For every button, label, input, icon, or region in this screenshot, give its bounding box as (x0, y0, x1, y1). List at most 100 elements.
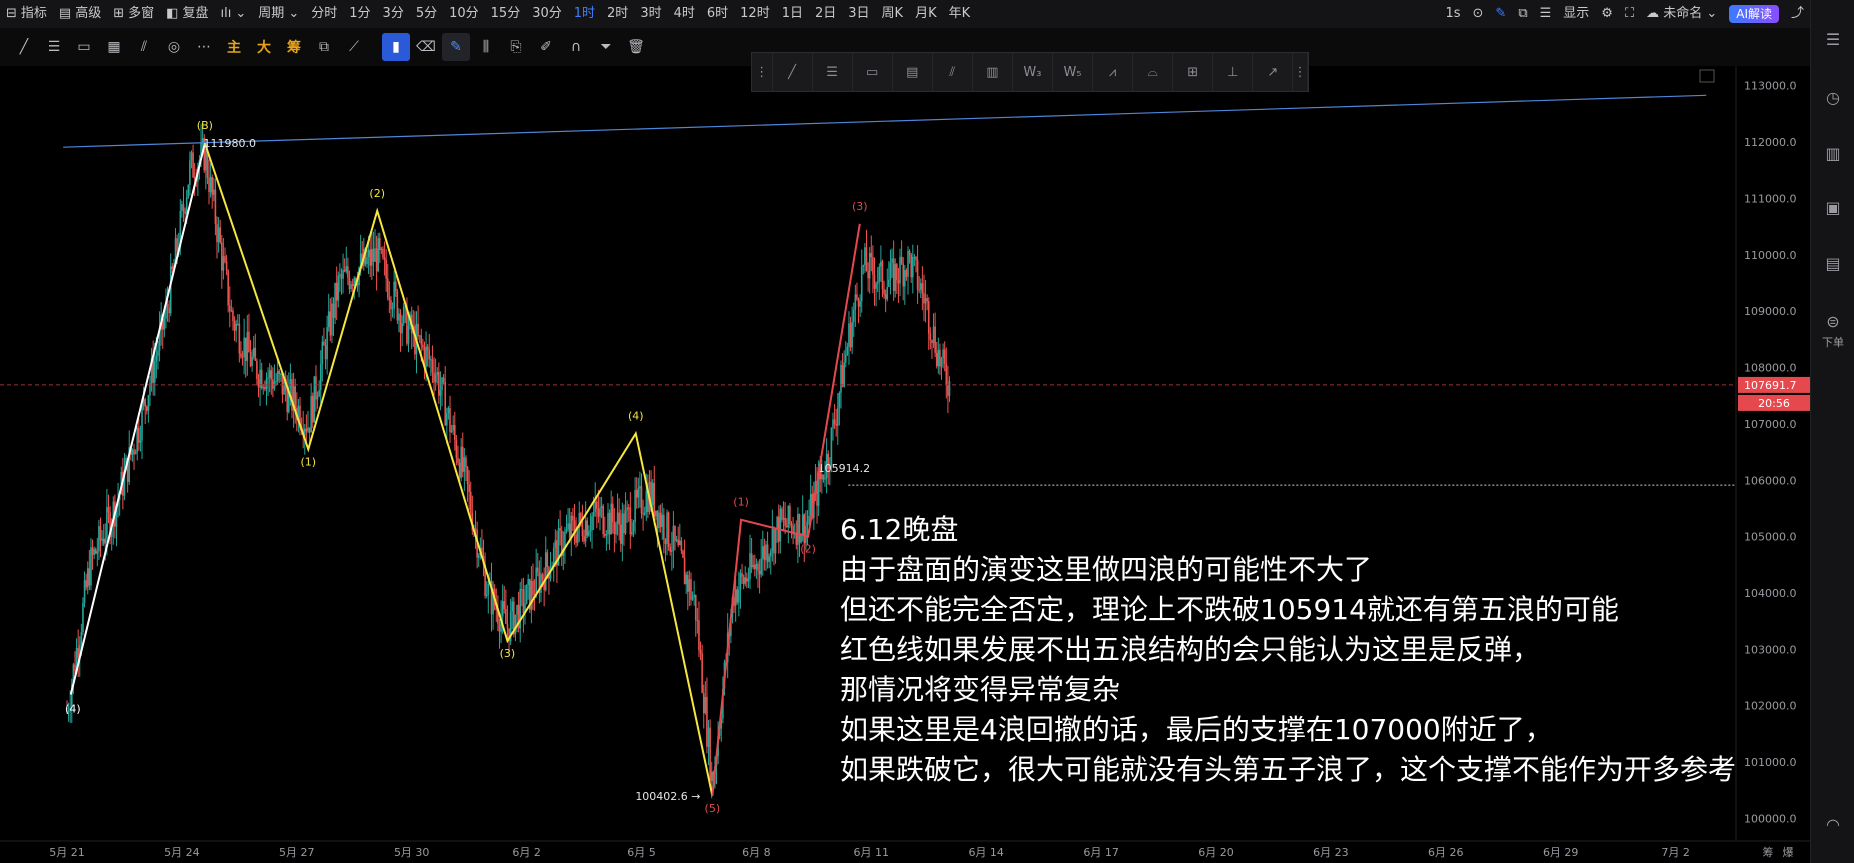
interval-18[interactable]: 年K (943, 0, 977, 28)
topbar-item-0[interactable]: ⊟ 指标 (0, 0, 53, 28)
support-icon[interactable]: ◠ (1823, 815, 1843, 835)
candle-body (275, 381, 277, 383)
speed-selector[interactable]: 1s (1439, 0, 1466, 28)
trash-icon[interactable]: 🗑 (622, 33, 650, 61)
gann-icon[interactable]: ▥ (973, 53, 1013, 91)
ruler-icon[interactable]: ⟋ (340, 33, 368, 61)
fib-grid-icon[interactable]: ▦ (100, 33, 128, 61)
drag-handle-icon[interactable]: ⋮ (752, 53, 773, 91)
filter-icon[interactable]: ⏷ (592, 33, 620, 61)
add-box-icon[interactable]: ⊞ (1173, 53, 1214, 91)
fib-icon[interactable]: ▤ (893, 53, 933, 91)
topbar-item-3[interactable]: ◧ 复盘 (160, 0, 214, 28)
interval-6[interactable]: 30分 (526, 0, 568, 28)
interval-0[interactable]: 分时 (305, 0, 343, 28)
pitchfork-icon[interactable]: ⫽ (130, 33, 158, 61)
depth-icon[interactable]: ▣ (1823, 198, 1843, 218)
interval-7[interactable]: 1时 (568, 0, 601, 28)
share-icon[interactable]: ⤴ (1785, 0, 1810, 28)
clock-icon[interactable]: ◷ (1823, 88, 1843, 108)
interval-15[interactable]: 3日 (842, 0, 875, 28)
bookmark-icon[interactable]: ▮ (382, 33, 410, 61)
candle-body (428, 349, 431, 360)
main-indicator-button[interactable]: 主 (220, 33, 248, 61)
topbar-item-2[interactable]: ⊞ 多窗 (107, 0, 160, 28)
segment-icon[interactable]: ╱ (773, 53, 813, 91)
topbar-item-4[interactable]: ılı ⌄ (214, 0, 252, 28)
interval-2[interactable]: 3分 (377, 0, 410, 28)
candle-body (417, 323, 419, 337)
more-tools-icon[interactable]: ⋯ (190, 33, 218, 61)
candle-body (822, 474, 825, 480)
pen-icon[interactable]: ✎ (442, 33, 470, 61)
fullscreen-icon[interactable]: ⛶ (1619, 0, 1640, 28)
interval-13[interactable]: 1日 (776, 0, 809, 28)
candle-body (597, 508, 600, 517)
tutorial-icon[interactable]: ▤ (1823, 254, 1843, 274)
rectangle-tool-icon[interactable]: ▭ (70, 33, 98, 61)
pattern-icon[interactable]: ⩘ (1093, 53, 1134, 91)
compare-icon[interactable]: ⧉ (310, 33, 338, 61)
candle-body (945, 363, 948, 385)
pen-edit-icon[interactable]: ✎ (1489, 0, 1512, 28)
topbar-item-1[interactable]: ▤ 高级 (53, 0, 107, 28)
order-label[interactable]: 下单 (1817, 334, 1849, 350)
drag-grip-icon[interactable]: ⋮ (1293, 53, 1309, 91)
parallel-lines-icon[interactable]: ☰ (40, 33, 68, 61)
edit-note-icon[interactable]: ✐ (532, 33, 560, 61)
topbar-item-5[interactable]: 周期 ⌄ (252, 0, 305, 28)
interval-1[interactable]: 1分 (343, 0, 376, 28)
interval-8[interactable]: 2时 (601, 0, 634, 28)
candle-body (683, 557, 686, 585)
candle-body (913, 256, 916, 258)
camera-icon[interactable]: ⊙ (1467, 0, 1490, 28)
eraser-icon[interactable]: ⌫ (412, 33, 440, 61)
spiral-icon[interactable]: ◎ (160, 33, 188, 61)
expand-chart-icon[interactable] (1699, 69, 1715, 83)
interval-5[interactable]: 15分 (485, 0, 527, 28)
layout-name-button[interactable]: ☁ 未命名 ⌄ (1640, 0, 1723, 28)
interval-16[interactable]: 周K (876, 0, 910, 28)
red-wave-line[interactable] (711, 223, 861, 796)
interval-9[interactable]: 3时 (634, 0, 667, 28)
horizontal-lines-icon[interactable]: ☰ (813, 53, 853, 91)
chip-distribution-button[interactable]: 筹 (280, 33, 308, 61)
line-tool-icon[interactable]: ╱ (10, 33, 38, 61)
candle-body (581, 521, 584, 537)
ai-interpret-button[interactable]: AI解读 (1729, 5, 1779, 23)
interval-11[interactable]: 6时 (701, 0, 734, 28)
bars-icon[interactable]: ⫼ (472, 33, 500, 61)
wave3-icon[interactable]: W₃ (1013, 53, 1053, 91)
interval-10[interactable]: 4时 (668, 0, 701, 28)
watchlist-icon[interactable]: ☰ (1823, 30, 1843, 50)
wave5-icon[interactable]: W₅ (1053, 53, 1094, 91)
trendline[interactable] (63, 94, 1707, 148)
interval-3[interactable]: 5分 (410, 0, 443, 28)
settings-icon[interactable]: ⚙ (1595, 0, 1619, 28)
clipboard-icon[interactable]: ⎘ (502, 33, 530, 61)
interval-14[interactable]: 2日 (809, 0, 842, 28)
measure-icon[interactable]: ⊥ (1213, 53, 1254, 91)
yellow-wave-line[interactable] (203, 142, 714, 796)
arrow-line-icon[interactable]: ↗ (1253, 53, 1294, 91)
price-tick-label: 107000.0 (1744, 418, 1797, 431)
candle-body (618, 512, 620, 525)
shape-icon[interactable]: ⌓ (1133, 53, 1174, 91)
candle-body (739, 573, 742, 590)
price-tick-label: 105000.0 (1744, 531, 1797, 544)
channel-icon[interactable]: ⫽ (933, 53, 973, 91)
large-order-button[interactable]: 大 (250, 33, 278, 61)
candle-body (399, 313, 402, 334)
magnet-icon[interactable]: ∩ (562, 33, 590, 61)
white-wave-line[interactable] (69, 142, 206, 695)
interval-12[interactable]: 12时 (734, 0, 776, 28)
snapshot-icon[interactable]: ⧉ (1512, 0, 1533, 28)
display-button[interactable]: 显示 (1557, 0, 1595, 28)
interval-4[interactable]: 10分 (443, 0, 485, 28)
candle-body (757, 563, 759, 571)
list-icon[interactable]: ☰ (1534, 0, 1558, 28)
chart-bars-icon[interactable]: ▥ (1823, 144, 1843, 164)
interval-17[interactable]: 月K (909, 0, 943, 28)
rect-icon[interactable]: ▭ (853, 53, 893, 91)
order-icon[interactable]: ⊜ (1823, 312, 1843, 332)
